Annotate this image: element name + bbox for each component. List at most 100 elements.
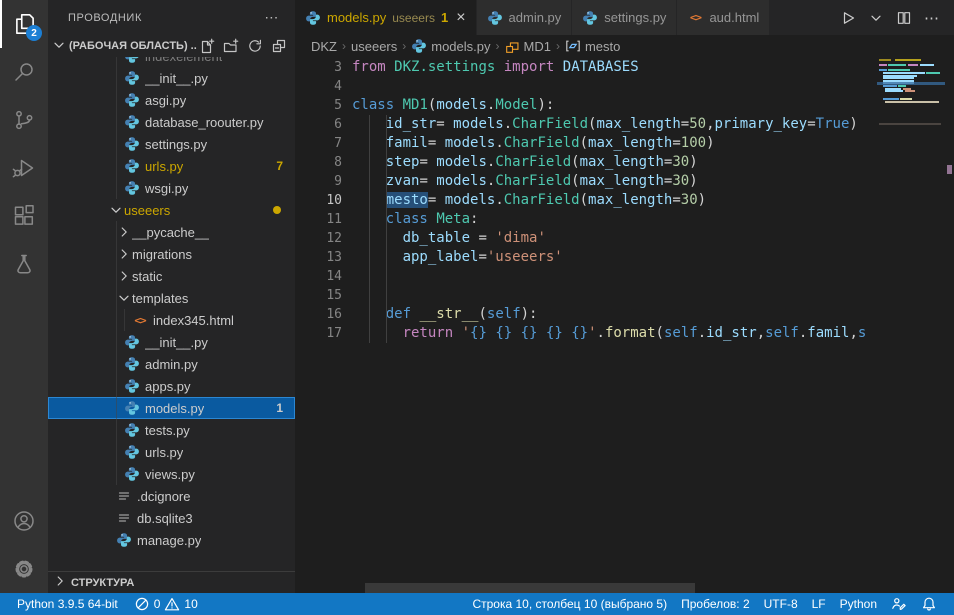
tree-folder-migrations[interactable]: migrations (48, 243, 295, 265)
tree-folder-templates[interactable]: templates (48, 287, 295, 309)
close-icon[interactable]: × (456, 10, 465, 26)
tree-folder-__pycache__[interactable]: __pycache__ (48, 221, 295, 243)
new-folder-button[interactable] (223, 38, 239, 54)
status-language-mode[interactable]: Python (833, 593, 884, 615)
tree-file-__init__.py[interactable]: __init__.py (48, 67, 295, 89)
status-text: Python (840, 597, 877, 611)
activitybar-source-control[interactable] (0, 96, 48, 144)
breadcrumb-useeers[interactable]: useeers (351, 39, 397, 54)
tree-file-.dcignore[interactable]: .dcignore (48, 485, 295, 507)
tree-file-settings.py[interactable]: settings.py (48, 133, 295, 155)
code-token: {} (546, 325, 563, 341)
tree-file-indexelement[interactable]: indexelement (48, 57, 295, 67)
status-python-version[interactable]: Python 3.9.5 64-bit (10, 593, 125, 615)
tree-indent-guide (116, 419, 117, 441)
vertical-scrollbar[interactable] (945, 57, 954, 593)
status-problems[interactable]: 010 (127, 593, 205, 615)
indent-guide (386, 115, 387, 343)
line-number-gutter: 34567891011121314151617 (295, 58, 342, 343)
line-number: 4 (295, 77, 342, 96)
code-editor[interactable]: 34567891011121314151617 from DKZ.setting… (295, 57, 954, 593)
breadcrumb-mesto[interactable]: mesto (565, 38, 620, 54)
code-token: DATABASES (563, 59, 639, 75)
status-feedback[interactable] (884, 593, 914, 615)
tree-file-views.py[interactable]: views.py (48, 463, 295, 485)
run-button[interactable] (836, 8, 860, 28)
tree-file-index345.html[interactable]: <>index345.html (48, 309, 295, 331)
tree-indent-guide (116, 243, 117, 265)
code-token (512, 325, 520, 341)
collapse-all-button[interactable] (271, 38, 287, 54)
activitybar-explorer[interactable]: 2 (0, 0, 48, 48)
tree-file-asgi.py[interactable]: asgi.py (48, 89, 295, 111)
horizontal-scrollbar[interactable] (365, 583, 695, 593)
workspace-label: (РАБОЧАЯ ОБЛАСТЬ) ... (69, 40, 197, 52)
refresh-button[interactable] (247, 38, 263, 54)
new-file-button[interactable] (199, 38, 215, 54)
run-dropdown[interactable] (864, 8, 888, 28)
code-token: db_table (403, 230, 470, 246)
tree-file-__init__.py[interactable]: __init__.py (48, 331, 295, 353)
activitybar-extensions[interactable] (0, 192, 48, 240)
tree-folder-static[interactable]: static (48, 265, 295, 287)
breadcrumb-DKZ[interactable]: DKZ (311, 39, 337, 54)
tree-file-urls.py[interactable]: urls.py7 (48, 155, 295, 177)
code-token: ( (656, 325, 664, 341)
tree-item-label: __init__.py (145, 71, 208, 86)
explorer-more-button[interactable]: ⋯ (260, 9, 283, 26)
activitybar-testing[interactable] (0, 240, 48, 288)
python-file-icon (124, 378, 140, 394)
tree-file-models.py[interactable]: models.py1 (48, 397, 295, 419)
tree-file-db.sqlite3[interactable]: db.sqlite3 (48, 507, 295, 529)
activitybar-run-debug[interactable] (0, 144, 48, 192)
tree-item-label: useeers (124, 203, 170, 218)
tree-file-manage.py[interactable]: manage.py (48, 529, 295, 551)
minimap[interactable] (877, 57, 945, 593)
status-indentation[interactable]: Пробелов: 2 (674, 593, 757, 615)
structure-section-header[interactable]: СТРУКТУРА (48, 571, 295, 593)
tree-item-label: apps.py (145, 379, 191, 394)
code-token: format (605, 325, 656, 341)
tree-file-urls.py[interactable]: urls.py (48, 441, 295, 463)
code-token: = (419, 173, 436, 189)
editor-actions: ⋯ (836, 0, 954, 35)
workspace-section-header[interactable]: (РАБОЧАЯ ОБЛАСТЬ) ... (48, 35, 295, 57)
tree-file-apps.py[interactable]: apps.py (48, 375, 295, 397)
tree-file-tests.py[interactable]: tests.py (48, 419, 295, 441)
split-editor-button[interactable] (892, 8, 916, 28)
activitybar-search[interactable] (0, 48, 48, 96)
code-token: DKZ.settings (394, 59, 495, 75)
breadcrumb-models.py[interactable]: models.py (411, 38, 490, 54)
warning-icon (164, 596, 180, 612)
breadcrumb-label: MD1 (524, 39, 551, 54)
code-token: models (436, 173, 487, 189)
tree-folder-useeers[interactable]: useeers (48, 199, 295, 221)
status-encoding[interactable]: UTF-8 (757, 593, 805, 615)
editor-more-button[interactable]: ⋯ (920, 7, 944, 29)
tree-indent-guide (116, 67, 117, 89)
tree-file-database_roouter.py[interactable]: database_roouter.py (48, 111, 295, 133)
code-token: primary_key (715, 116, 808, 132)
activitybar-account[interactable] (0, 497, 48, 545)
status-cursor-position[interactable]: Строка 10, столбец 10 (выбрано 5) (465, 593, 674, 615)
tree-file-admin.py[interactable]: admin.py (48, 353, 295, 375)
tab-admin.py[interactable]: admin.py (477, 0, 573, 35)
tree-item-label: wsgi.py (145, 181, 188, 196)
tab-aud.html[interactable]: <>aud.html (677, 0, 770, 35)
tab-settings.py[interactable]: settings.py (572, 0, 677, 35)
tree-file-wsgi.py[interactable]: wsgi.py (48, 177, 295, 199)
python-file-icon (124, 422, 140, 438)
activitybar-settings-gear[interactable] (0, 545, 48, 593)
code-token: CharField (495, 154, 571, 170)
status-eol[interactable]: LF (805, 593, 833, 615)
breadcrumb-MD1[interactable]: MD1 (505, 39, 551, 54)
chevron-right-icon (116, 224, 132, 240)
tab-models.py[interactable]: models.pyuseeers1× (295, 0, 477, 35)
status-notifications[interactable] (914, 593, 944, 615)
code-token: ): (538, 97, 555, 113)
minimap-token (885, 101, 939, 103)
code-token: ) (689, 154, 697, 170)
chevron-right-icon (52, 573, 68, 592)
scm-icon (12, 108, 36, 132)
code-token (495, 59, 503, 75)
